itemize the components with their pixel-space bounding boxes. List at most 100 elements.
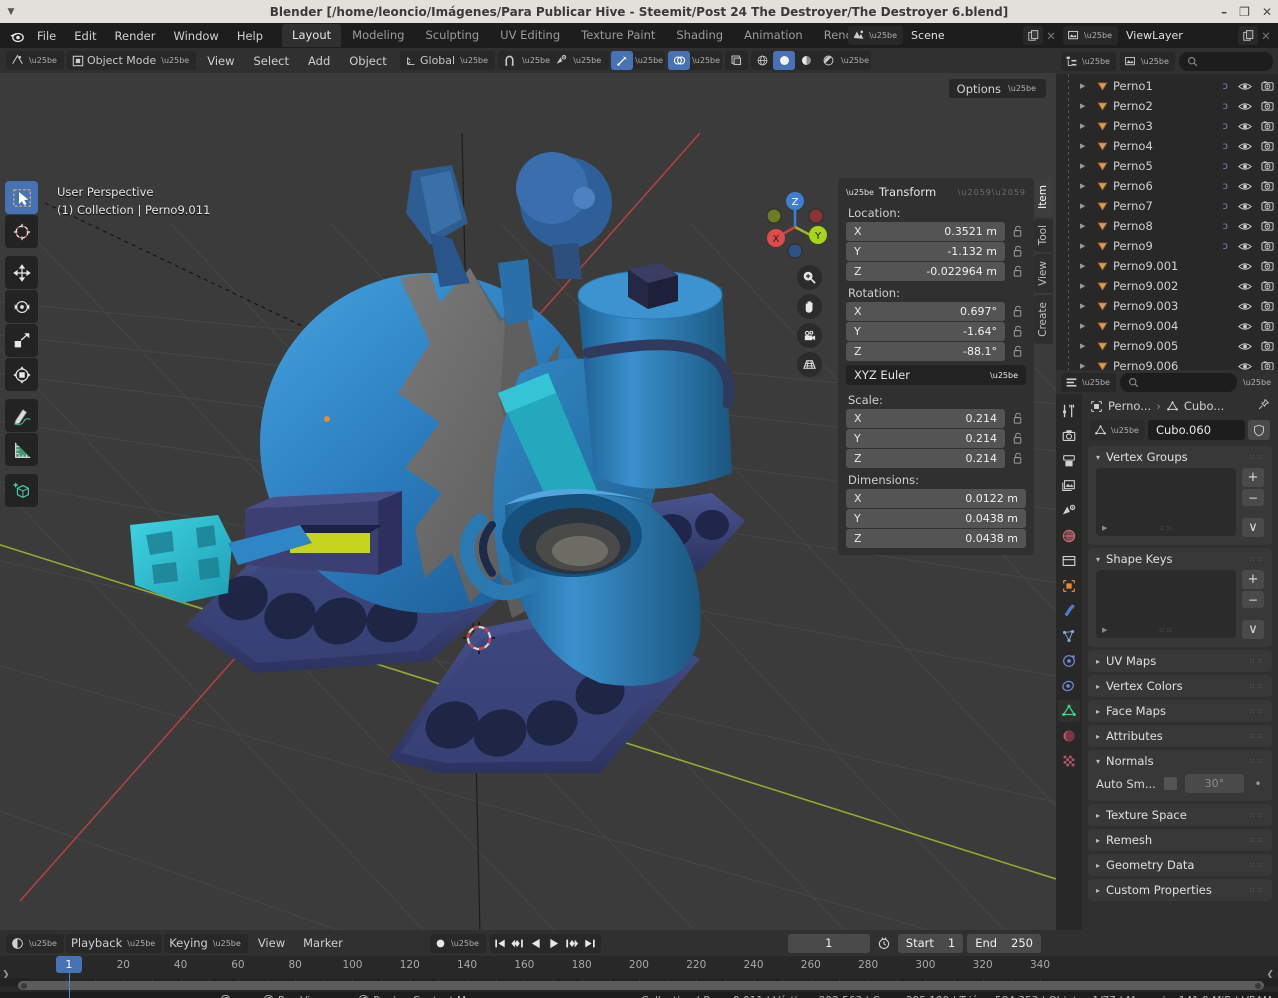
outliner-row[interactable]: ▶ Perno9.004 xyxy=(1056,316,1278,336)
outliner-row[interactable]: ▶ Perno9.001 xyxy=(1056,256,1278,276)
panel-drag-dots[interactable]: ⁙⁙ xyxy=(1249,682,1264,691)
location-z-field[interactable]: Z -0.022964 m xyxy=(846,262,1005,281)
timeline-menu-marker[interactable]: Marker xyxy=(295,933,351,953)
location-y-row[interactable]: Y -1.132 m xyxy=(838,242,1034,261)
physics-tab[interactable] xyxy=(1058,650,1080,672)
tab-animation[interactable]: Animation xyxy=(734,24,813,47)
scale-y-field[interactable]: Y 0.214 xyxy=(846,429,1005,448)
menu-render[interactable]: Render xyxy=(106,26,165,46)
jump-end-icon[interactable] xyxy=(582,934,599,953)
output-tab[interactable] xyxy=(1058,450,1080,472)
frame-start-field[interactable]: Start 1 xyxy=(897,933,964,953)
camera-view-icon[interactable] xyxy=(797,323,822,348)
render-visibility-icon[interactable] xyxy=(1256,240,1278,252)
timeline-ruler[interactable]: 20 40 60 80 100 120 140 160 180 200 220 240 260 280 30… xyxy=(0,956,1278,998)
tool-tab[interactable] xyxy=(1058,400,1080,422)
sidebar-tab-tool[interactable]: Tool xyxy=(1034,217,1053,253)
location-x-row[interactable]: X 0.3521 m xyxy=(838,222,1034,241)
visibility-eye-icon[interactable] xyxy=(1234,181,1256,192)
expand-triangle-icon[interactable]: ▶ xyxy=(1080,322,1094,330)
location-x-field[interactable]: X 0.3521 m xyxy=(846,222,1005,241)
render-visibility-icon[interactable] xyxy=(1256,160,1278,172)
editor-type-icon[interactable]: \u25be xyxy=(6,51,64,70)
tab-shading[interactable]: Shading xyxy=(666,24,733,47)
panel-header[interactable]: ▸ Texture Space ⁙⁙ xyxy=(1088,804,1272,826)
dimensions-z-field[interactable]: Z 0.0438 m xyxy=(846,529,1026,548)
visibility-eye-icon[interactable] xyxy=(1234,101,1256,112)
scale-x-row[interactable]: X 0.214 xyxy=(838,409,1034,428)
dimensions-y-field[interactable]: Y 0.0438 m xyxy=(846,509,1026,528)
scene-browse-icon[interactable]: \u25be xyxy=(848,26,904,45)
expand-triangle-icon[interactable]: ▶ xyxy=(1080,342,1094,350)
timeline-playhead[interactable]: 1 xyxy=(55,956,82,973)
panel-drag-dots[interactable]: ⁙⁙ xyxy=(1249,757,1264,766)
timeline-menu-keying[interactable]: Keying \u25be xyxy=(164,933,248,953)
xray-icon[interactable] xyxy=(725,51,749,70)
timeline-horizontal-scrollbar[interactable] xyxy=(18,981,1264,990)
scale-z-lock-icon[interactable] xyxy=(1010,452,1026,465)
panel-drag-dots[interactable]: ⁙⁙ xyxy=(1249,732,1264,741)
dimensions-y-row[interactable]: Y 0.0438 m xyxy=(838,509,1034,528)
outliner-row[interactable]: ▶ Perno9.005 xyxy=(1056,336,1278,356)
visibility-eye-icon[interactable] xyxy=(1234,121,1256,132)
modifier-tab[interactable] xyxy=(1058,600,1080,622)
viewlayer-browse-icon[interactable]: \u25be xyxy=(1063,26,1118,45)
modifier-indicator-icon[interactable]: ɔ xyxy=(1223,241,1235,252)
scale-x-field[interactable]: X 0.214 xyxy=(846,409,1005,428)
new-viewlayer-button[interactable] xyxy=(1238,26,1258,45)
expand-triangle-icon[interactable]: ▶ xyxy=(1080,362,1094,370)
expand-triangle-icon[interactable]: ▶ xyxy=(1080,82,1094,90)
panel-header[interactable]: ▸ Attributes ⁙⁙ xyxy=(1088,725,1272,747)
constraints-tab[interactable] xyxy=(1058,675,1080,697)
play-reverse-icon[interactable] xyxy=(528,934,545,953)
rotation-x-field[interactable]: X 0.697° xyxy=(846,302,1005,321)
outliner-row[interactable]: ▶ Perno6 ɔ xyxy=(1056,176,1278,196)
properties-filter-chevron-icon[interactable]: \u25be xyxy=(1241,378,1273,387)
timeline-menu-playback[interactable]: Playback \u25be xyxy=(65,933,163,953)
shield-icon[interactable] xyxy=(1248,420,1270,440)
rendered-shading-icon[interactable] xyxy=(817,51,839,70)
particles-tab[interactable] xyxy=(1058,625,1080,647)
expand-triangle-icon[interactable]: ▶ xyxy=(1080,102,1094,110)
rotation-z-row[interactable]: Z -88.1° xyxy=(838,342,1034,361)
modifier-indicator-icon[interactable]: ɔ xyxy=(1223,181,1235,192)
panel-drag-dots[interactable]: ⁙⁙ xyxy=(1249,453,1264,462)
list-box[interactable]: ▶ ⁙⁙ xyxy=(1096,570,1236,638)
modifier-indicator-icon[interactable]: ɔ xyxy=(1223,81,1235,92)
panel-drag-dots[interactable]: ⁙⁙ xyxy=(1249,861,1264,870)
modifier-indicator-icon[interactable]: ɔ xyxy=(1223,201,1235,212)
annotate-tool[interactable] xyxy=(5,399,38,432)
panel-drag-dots[interactable]: ⁙⁙ xyxy=(1249,707,1264,716)
scale-z-field[interactable]: Z 0.214 xyxy=(846,449,1005,468)
visibility-eye-icon[interactable] xyxy=(1234,241,1256,252)
zoom-icon[interactable] xyxy=(797,265,822,290)
rotation-y-field[interactable]: Y -1.64° xyxy=(846,322,1005,341)
viewlayer-name-field[interactable]: ViewLayer xyxy=(1118,26,1238,45)
visibility-eye-icon[interactable] xyxy=(1234,81,1256,92)
modifier-indicator-icon[interactable]: ɔ xyxy=(1223,161,1235,172)
jump-start-icon[interactable] xyxy=(492,934,509,953)
panel-header[interactable]: ▸ Remesh ⁙⁙ xyxy=(1088,829,1272,851)
render-visibility-icon[interactable] xyxy=(1256,140,1278,152)
modifier-indicator-icon[interactable]: ɔ xyxy=(1223,121,1235,132)
window-close-button[interactable]: ✕ xyxy=(1262,5,1272,19)
rotation-x-lock-icon[interactable] xyxy=(1010,305,1026,318)
viewport-menu-view[interactable]: View xyxy=(199,51,242,71)
remove-scene-button[interactable]: ✕ xyxy=(1043,26,1059,45)
rotation-z-lock-icon[interactable] xyxy=(1010,345,1026,358)
outliner-row[interactable]: ▶ Perno1 ɔ xyxy=(1056,76,1278,96)
panel-drag-dots[interactable]: ⁙⁙ xyxy=(1249,886,1264,895)
auto-key-icon[interactable] xyxy=(874,936,894,950)
render-visibility-icon[interactable] xyxy=(1256,80,1278,92)
tab-modeling[interactable]: Modeling xyxy=(342,24,414,47)
remove-item-button[interactable]: − xyxy=(1242,591,1264,608)
add-item-button[interactable]: + xyxy=(1242,468,1264,487)
viewport-menu-add[interactable]: Add xyxy=(300,51,338,71)
expand-triangle-icon[interactable]: ▶ xyxy=(1080,262,1094,270)
orthographic-toggle-icon[interactable] xyxy=(797,352,822,377)
location-y-lock-icon[interactable] xyxy=(1010,245,1026,258)
render-visibility-icon[interactable] xyxy=(1256,220,1278,232)
scene-name-field[interactable]: Scene xyxy=(903,26,1024,45)
outliner-row[interactable]: ▶ Perno8 ɔ xyxy=(1056,216,1278,236)
render-visibility-icon[interactable] xyxy=(1256,360,1278,370)
